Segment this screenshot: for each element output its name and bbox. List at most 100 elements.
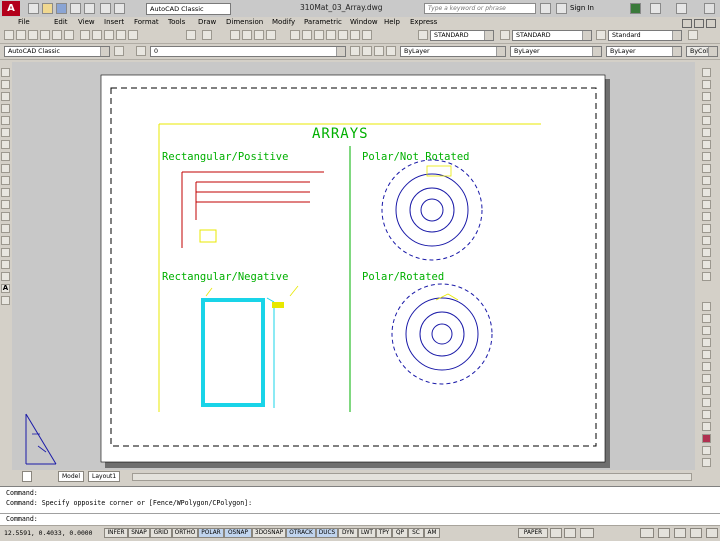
qnew-icon[interactable] <box>4 30 14 40</box>
polyline-icon[interactable] <box>1 92 10 101</box>
layer-match-icon[interactable] <box>386 46 396 56</box>
tab-layout1[interactable]: Layout1 <box>88 471 121 482</box>
doc-minimize-icon[interactable] <box>682 19 692 28</box>
toggle-qp[interactable]: QP <box>392 528 408 538</box>
xline-icon[interactable] <box>1 80 10 89</box>
menu-draw[interactable]: Draw <box>198 18 216 26</box>
toggle-infer[interactable]: INFER <box>104 528 128 538</box>
h-scrollbar[interactable] <box>132 473 692 481</box>
make-current-icon[interactable] <box>350 46 360 56</box>
quickview-layouts-icon[interactable] <box>550 528 562 538</box>
copy-icon[interactable] <box>92 30 102 40</box>
toggle-osnap[interactable]: OSNAP <box>224 528 252 538</box>
menu-help[interactable]: Help <box>384 18 400 26</box>
close-icon[interactable] <box>704 3 715 14</box>
save-icon[interactable] <box>56 3 67 14</box>
spline-icon[interactable] <box>1 164 10 173</box>
join-icon[interactable] <box>702 224 711 233</box>
command-prompt[interactable]: Command: <box>6 515 38 523</box>
zoom-window-icon[interactable] <box>254 30 264 40</box>
exchange-icon[interactable] <box>630 3 641 14</box>
trim-icon[interactable] <box>702 176 711 185</box>
arc-icon[interactable] <box>1 128 10 137</box>
toggle-3dosnap[interactable]: 3DOSNAP <box>252 528 286 538</box>
paper-model-toggle[interactable]: PAPER <box>518 528 548 538</box>
open-icon[interactable] <box>42 3 53 14</box>
mirror-icon[interactable] <box>702 92 711 101</box>
toggle-snap[interactable]: SNAP <box>128 528 150 538</box>
stretch-icon[interactable] <box>702 164 711 173</box>
properties-icon[interactable] <box>290 30 300 40</box>
pan-icon[interactable] <box>230 30 240 40</box>
copy-object-icon[interactable] <box>702 80 711 89</box>
saveas-icon[interactable] <box>70 3 81 14</box>
blend-icon[interactable] <box>702 260 711 269</box>
toggle-tpy[interactable]: TPY <box>376 528 392 538</box>
workspace-combo[interactable]: AutoCAD Classic <box>146 3 231 15</box>
zoom-previous-icon[interactable] <box>266 30 276 40</box>
help-icon[interactable] <box>650 3 661 14</box>
workspace-settings-icon[interactable] <box>114 46 124 56</box>
markup-icon[interactable] <box>338 30 348 40</box>
rotate-icon[interactable] <box>702 140 711 149</box>
scale-icon[interactable] <box>702 152 711 161</box>
toggle-ducs[interactable]: DUCS <box>316 528 338 538</box>
move-icon[interactable] <box>702 128 711 137</box>
layer-previous-icon[interactable] <box>362 46 372 56</box>
help-tool-icon[interactable] <box>362 30 372 40</box>
break-point-icon[interactable] <box>702 200 711 209</box>
toggle-dyn[interactable]: DYN <box>338 528 358 538</box>
command-window[interactable]: Command: Command: Specify opposite corne… <box>0 486 720 526</box>
dim-diameter-icon[interactable] <box>702 374 711 383</box>
nav-prev-icon[interactable] <box>22 471 32 482</box>
clean-screen-icon[interactable] <box>706 528 718 538</box>
plot-tool-icon[interactable] <box>40 30 50 40</box>
dim-baseline-icon[interactable] <box>702 410 711 419</box>
dim-style-combo[interactable]: STANDARD <box>512 30 592 41</box>
undo-tool-icon[interactable] <box>186 30 196 40</box>
toggle-otrack[interactable]: OTRACK <box>286 528 316 538</box>
dim-angular-icon[interactable] <box>702 386 711 395</box>
search-input[interactable]: Type a keyword or phrase <box>424 3 536 14</box>
mleaderstyle-icon[interactable] <box>688 30 698 40</box>
dim-jogged-icon[interactable] <box>702 362 711 371</box>
toggle-grid[interactable]: GRID <box>150 528 172 538</box>
annotation-scale-icon[interactable] <box>580 528 594 538</box>
add-selected-icon[interactable] <box>1 296 10 305</box>
offset-icon[interactable] <box>702 104 711 113</box>
region-icon[interactable] <box>1 260 10 269</box>
sheetset-icon[interactable] <box>326 30 336 40</box>
extend-icon[interactable] <box>702 188 711 197</box>
designcenter-icon[interactable] <box>302 30 312 40</box>
toggle-polar[interactable]: POLAR <box>198 528 224 538</box>
matchprop-icon[interactable] <box>116 30 126 40</box>
dim-aligned-icon[interactable] <box>702 314 711 323</box>
app-logo[interactable]: A <box>2 1 20 16</box>
dim-linear-icon[interactable] <box>702 302 711 311</box>
layer-manager-icon[interactable] <box>136 46 146 56</box>
revcloud-icon[interactable] <box>1 152 10 161</box>
plot-style-combo[interactable]: ByColor <box>686 46 718 57</box>
layer-state-icon[interactable] <box>374 46 384 56</box>
tablestyle-icon[interactable] <box>596 30 606 40</box>
explode-icon[interactable] <box>702 272 711 281</box>
gradient-icon[interactable] <box>1 248 10 257</box>
blockeditor-icon[interactable] <box>128 30 138 40</box>
workspace-toolbar-combo[interactable]: AutoCAD Classic <box>4 46 110 57</box>
hatch-icon[interactable] <box>1 236 10 245</box>
ellipse-icon[interactable] <box>1 176 10 185</box>
redo-icon[interactable] <box>114 3 125 14</box>
hardware-accel-icon[interactable] <box>674 528 686 538</box>
center-mark-icon[interactable] <box>702 446 711 455</box>
doc-close-icon[interactable] <box>706 19 716 28</box>
plot-icon[interactable] <box>84 3 95 14</box>
toggle-ortho[interactable]: ORTHO <box>172 528 198 538</box>
workspace-switch-icon[interactable] <box>640 528 654 538</box>
layer-combo[interactable]: 0 <box>150 46 346 57</box>
redo-tool-icon[interactable] <box>202 30 212 40</box>
table-style-combo[interactable]: Standard <box>608 30 682 41</box>
coordinates-readout[interactable]: 12.5591, 0.4033, 0.0000 <box>4 529 93 537</box>
publish-icon[interactable] <box>64 30 74 40</box>
user-icon[interactable] <box>556 3 567 14</box>
toggle-sc[interactable]: SC <box>408 528 424 538</box>
